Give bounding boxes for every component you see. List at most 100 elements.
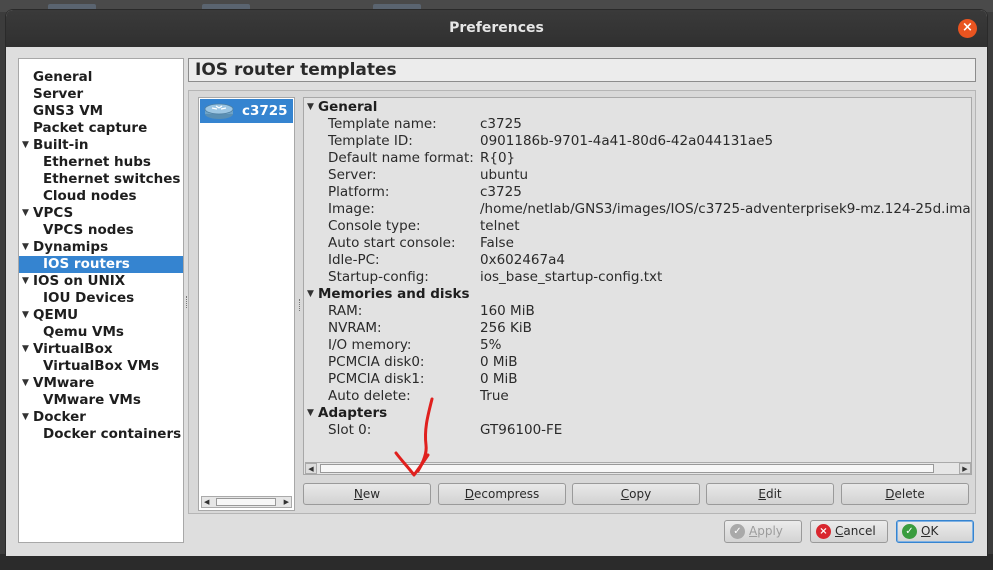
sidebar-item-label: Cloud nodes <box>43 188 137 204</box>
detail-row-pcmcia-disk0: PCMCIA disk0: 0 MiB <box>304 354 971 371</box>
expand-arrow-icon[interactable]: ▼ <box>22 409 29 426</box>
detail-key: Startup-config: <box>328 269 429 285</box>
page-title: IOS router templates <box>188 58 976 82</box>
detail-row-server: Server: ubuntu <box>304 167 971 184</box>
section-memories-and-disks[interactable]: ▼ Memories and disks <box>304 286 971 303</box>
scroll-right-icon[interactable]: ▶ <box>284 497 289 507</box>
detail-row-ram: RAM: 160 MiB <box>304 303 971 320</box>
detail-key: Console type: <box>328 218 421 234</box>
detail-value: R{0} <box>480 150 516 166</box>
sidebar-item-built-in[interactable]: ▼ Built-in <box>19 137 183 154</box>
sidebar-item-label: VirtualBox <box>33 341 113 357</box>
ok-button[interactable]: ✓ OK <box>896 520 974 543</box>
section-general[interactable]: ▼ General <box>304 99 971 116</box>
sidebar-item-ios-on-unix[interactable]: ▼ IOS on UNIX <box>19 273 183 290</box>
detail-row-pcmcia-disk1: PCMCIA disk1: 0 MiB <box>304 371 971 388</box>
sidebar-item-general[interactable]: General <box>19 69 183 86</box>
detail-value: 0901186b-9701-4a41-80d6-42a044131ae5 <box>480 133 774 149</box>
scroll-left-icon[interactable]: ◀ <box>305 463 317 474</box>
delete-button[interactable]: Delete <box>841 483 969 505</box>
expand-arrow-icon[interactable]: ▼ <box>22 307 29 324</box>
sidebar-item-ethernet-hubs[interactable]: Ethernet hubs <box>19 154 183 171</box>
sidebar-item-qemu-vms[interactable]: Qemu VMs <box>19 324 183 341</box>
template-item-label: c3725 <box>242 103 288 119</box>
apply-button[interactable]: ✓ Apply <box>724 520 802 543</box>
sidebar-item-vpcs-nodes[interactable]: VPCS nodes <box>19 222 183 239</box>
detail-value: c3725 <box>480 116 522 132</box>
sidebar-item-docker[interactable]: ▼ Docker <box>19 409 183 426</box>
sidebar-item-vpcs[interactable]: ▼ VPCS <box>19 205 183 222</box>
sidebar-item-packet-capture[interactable]: Packet capture <box>19 120 183 137</box>
sidebar-item-qemu[interactable]: ▼ QEMU <box>19 307 183 324</box>
detail-key: Default name format: <box>328 150 474 166</box>
detail-value: True <box>480 388 509 404</box>
detail-key: RAM: <box>328 303 363 319</box>
sidebar-item-label: Server <box>33 86 84 102</box>
detail-row-idle-pc: Idle-PC: 0x602467a4 <box>304 252 971 269</box>
detail-key: Slot 0: <box>328 422 372 438</box>
scroll-left-icon[interactable]: ◀ <box>204 497 209 507</box>
new-button[interactable]: New <box>303 483 431 505</box>
section-title: Memories and disks <box>318 286 470 302</box>
window-title: Preferences <box>449 20 544 36</box>
expand-arrow-icon[interactable]: ▼ <box>22 341 29 358</box>
sidebar-item-virtualbox[interactable]: ▼ VirtualBox <box>19 341 183 358</box>
list-splitter-handle[interactable] <box>299 299 302 311</box>
template-list[interactable]: c3725 ◀ ▶ <box>198 97 295 511</box>
collapse-arrow-icon[interactable]: ▼ <box>307 99 314 116</box>
detail-key: PCMCIA disk1: <box>328 371 425 387</box>
sidebar-item-virtualbox-vms[interactable]: VirtualBox VMs <box>19 358 183 375</box>
template-list-scrollbar[interactable]: ◀ ▶ <box>201 496 292 508</box>
detail-key: Image: <box>328 201 375 217</box>
scrollbar-thumb[interactable] <box>216 498 276 506</box>
sidebar-item-label: IOS routers <box>43 256 130 272</box>
sidebar-item-cloud-nodes[interactable]: Cloud nodes <box>19 188 183 205</box>
sidebar-item-server[interactable]: Server <box>19 86 183 103</box>
collapse-arrow-icon[interactable]: ▼ <box>307 405 314 422</box>
detail-key: Idle-PC: <box>328 252 380 268</box>
copy-button[interactable]: Copy <box>572 483 700 505</box>
title-bar: Preferences <box>6 10 987 47</box>
close-button[interactable]: × <box>958 19 977 38</box>
sidebar-item-docker-containers[interactable]: Docker containers <box>19 426 183 443</box>
expand-arrow-icon[interactable]: ▼ <box>22 239 29 256</box>
detail-row-auto-start-console: Auto start console: False <box>304 235 971 252</box>
sidebar-item-vmware[interactable]: ▼ VMware <box>19 375 183 392</box>
expand-arrow-icon[interactable]: ▼ <box>22 205 29 222</box>
expand-arrow-icon[interactable]: ▼ <box>22 375 29 392</box>
sidebar-item-label: Built-in <box>33 137 89 153</box>
sidebar-item-vmware-vms[interactable]: VMware VMs <box>19 392 183 409</box>
sidebar-item-gns3-vm[interactable]: GNS3 VM <box>19 103 183 120</box>
cancel-icon: × <box>816 524 831 539</box>
edit-button[interactable]: Edit <box>706 483 834 505</box>
detail-value: 0 MiB <box>480 354 518 370</box>
collapse-arrow-icon[interactable]: ▼ <box>307 286 314 303</box>
scroll-right-icon[interactable]: ▶ <box>959 463 971 474</box>
background-taskbar <box>0 554 993 570</box>
detail-value: 0x602467a4 <box>480 252 565 268</box>
sidebar-item-label: Qemu VMs <box>43 324 124 340</box>
checkmark-icon: ✓ <box>730 524 745 539</box>
preferences-navigation-tree[interactable]: General Server GNS3 VM Packet capture ▼ Built… <box>18 58 184 543</box>
decompress-button[interactable]: Decompress <box>438 483 566 505</box>
detail-value: c3725 <box>480 184 522 200</box>
sidebar-item-dynamips[interactable]: ▼ Dynamips <box>19 239 183 256</box>
sidebar-item-iou-devices[interactable]: IOU Devices <box>19 290 183 307</box>
cancel-button[interactable]: × Cancel <box>810 520 888 543</box>
sidebar-item-label: GNS3 VM <box>33 103 104 119</box>
expand-arrow-icon[interactable]: ▼ <box>22 273 29 290</box>
sidebar-item-ethernet-switches[interactable]: Ethernet switches <box>19 171 183 188</box>
detail-key: Server: <box>328 167 377 183</box>
template-actions: New Decompress Copy Edit Delete <box>303 483 972 505</box>
sidebar-item-label: VPCS <box>33 205 74 221</box>
sidebar-item-label: Docker containers <box>43 426 182 442</box>
sidebar-item-ios-routers[interactable]: IOS routers <box>19 256 183 273</box>
detail-row-startup-config: Startup-config: ios_base_startup-config.t… <box>304 269 971 286</box>
sidebar-item-label: Dynamips <box>33 239 109 255</box>
template-item-c3725[interactable]: c3725 <box>200 99 293 123</box>
expand-arrow-icon[interactable]: ▼ <box>22 137 29 154</box>
sidebar-item-label: VirtualBox VMs <box>43 358 160 374</box>
detail-value: 256 KiB <box>480 320 532 336</box>
detail-row-platform: Platform: c3725 <box>304 184 971 201</box>
section-title: General <box>318 99 378 115</box>
